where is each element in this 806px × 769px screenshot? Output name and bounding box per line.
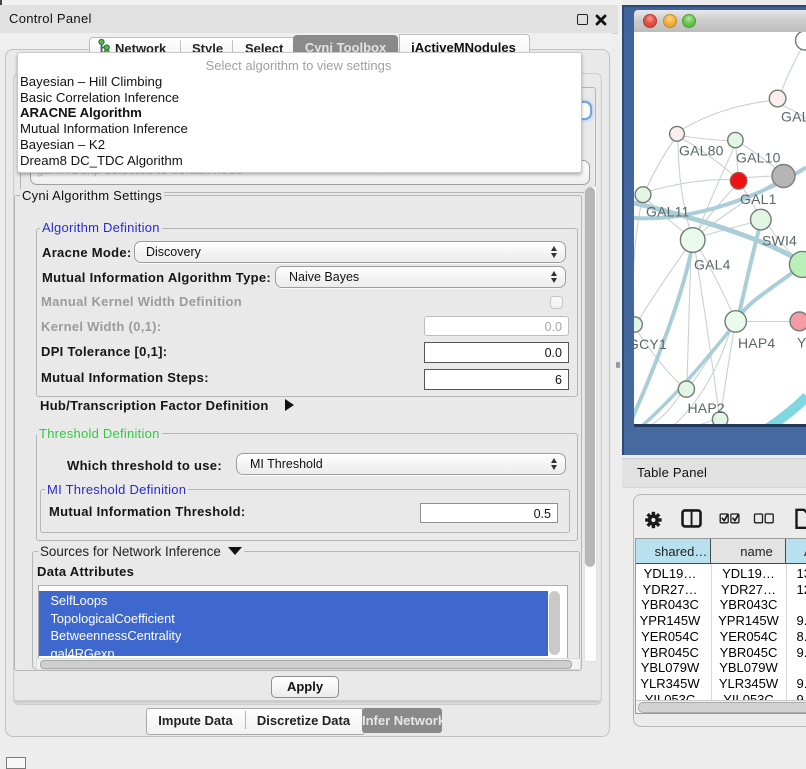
svg-text:GCY1: GCY1 — [634, 336, 667, 352]
svg-text:GAL: GAL — [781, 108, 806, 124]
svg-text:GAL10: GAL10 — [736, 149, 781, 165]
svg-text:GAL1: GAL1 — [740, 191, 777, 207]
svg-text:Y: Y — [797, 334, 806, 350]
svg-text:SWI4: SWI4 — [762, 232, 797, 248]
svg-text:GAL4: GAL4 — [694, 256, 731, 272]
svg-text:HAP4: HAP4 — [738, 335, 775, 351]
svg-text:GAL11: GAL11 — [646, 203, 690, 219]
svg-text:GAL80: GAL80 — [679, 142, 724, 158]
svg-text:HAP2: HAP2 — [688, 400, 725, 416]
